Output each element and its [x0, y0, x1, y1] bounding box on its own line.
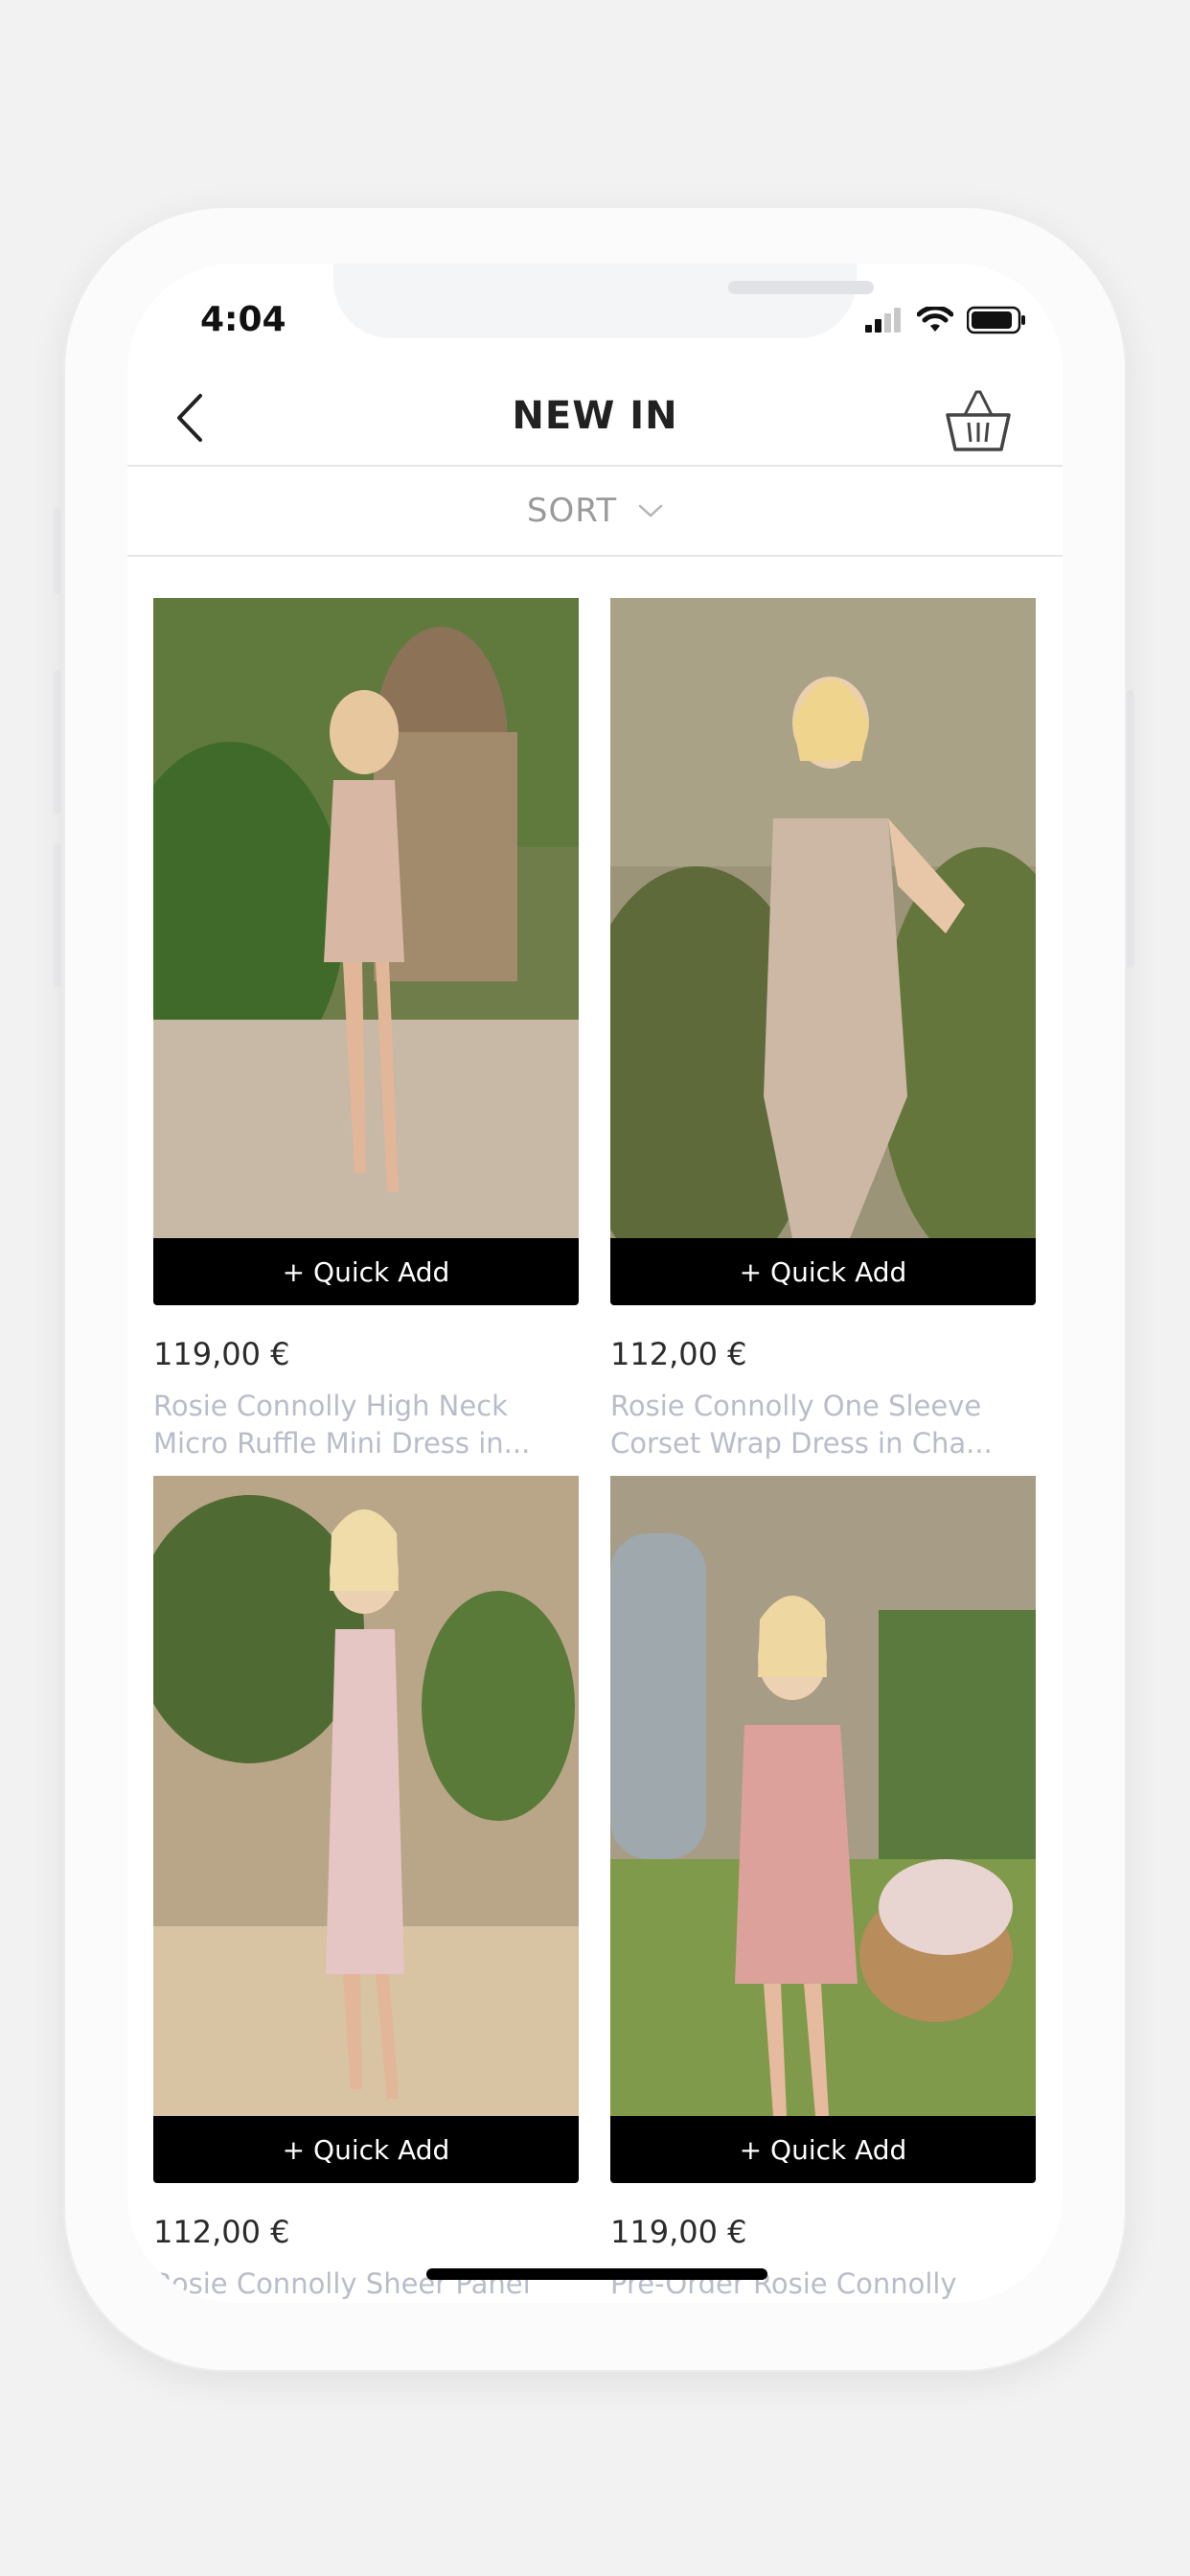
- notch: [333, 264, 874, 338]
- quick-add-button[interactable]: + Quick Add: [610, 2116, 1036, 2183]
- product-name[interactable]: Rosie Connolly High Neck Micro Ruffle Mi…: [153, 1388, 579, 1462]
- wifi-icon: [917, 307, 953, 332]
- battery-icon: [967, 306, 1025, 334]
- product-image[interactable]: [610, 598, 1036, 1238]
- product-price: 119,00 €: [153, 1336, 290, 1372]
- signal-icon: [865, 308, 901, 333]
- phone-volume-up-button: [54, 671, 61, 815]
- speaker: [728, 281, 874, 294]
- sort-dropdown[interactable]: SORT: [127, 467, 1063, 557]
- app-screen: 4:04 NEW IN SORT + Quick Add 119,00 € Ro…: [127, 264, 1063, 2303]
- quick-add-button[interactable]: + Quick Add: [153, 2116, 579, 2183]
- status-time: 4:04: [200, 300, 286, 339]
- sort-label: SORT: [526, 492, 618, 530]
- status-icons: [865, 306, 1026, 334]
- product-name[interactable]: Rosie Connolly One Sleeve Corset Wrap Dr…: [610, 1388, 1036, 1462]
- basket-icon: [946, 390, 1011, 451]
- chevron-down-icon: [638, 504, 663, 518]
- page-title: NEW IN: [512, 394, 678, 438]
- product-image[interactable]: [153, 1476, 579, 2116]
- product-image[interactable]: [153, 598, 579, 1238]
- phone-volume-down-button: [54, 843, 61, 987]
- quick-add-button[interactable]: + Quick Add: [610, 1238, 1036, 1305]
- quick-add-button[interactable]: + Quick Add: [153, 1238, 579, 1305]
- product-price: 112,00 €: [153, 2214, 290, 2250]
- top-navigation-bar: NEW IN: [127, 369, 1063, 467]
- phone-side-button: [54, 508, 61, 594]
- home-indicator[interactable]: [426, 2268, 767, 2280]
- product-price: 119,00 €: [610, 2214, 747, 2250]
- product-price: 112,00 €: [610, 1336, 747, 1372]
- product-image[interactable]: [610, 1476, 1036, 2116]
- phone-power-button: [1127, 690, 1134, 968]
- cart-button[interactable]: [944, 386, 1013, 455]
